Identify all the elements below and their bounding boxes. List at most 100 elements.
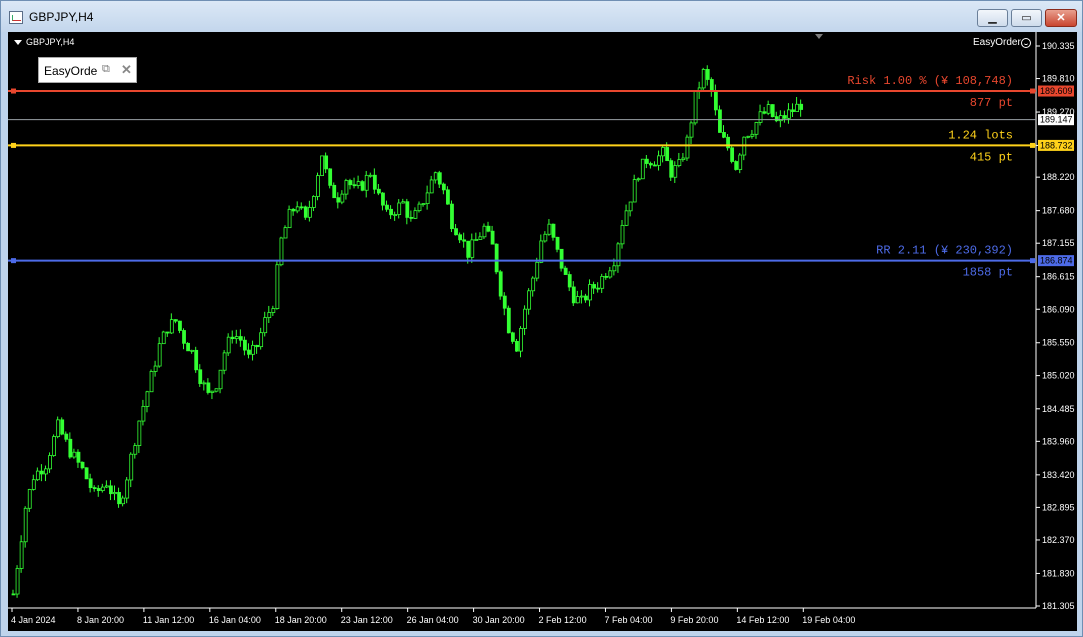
candle-body [632,179,637,203]
candle-body [762,111,767,114]
candle-body [766,104,771,114]
candle-body [283,227,288,239]
candle-body [72,451,77,458]
candle-body [320,155,324,177]
price-tick-label: 190.335 [1042,41,1075,51]
maximize-button[interactable]: ▭ [1011,9,1042,27]
candle-body [770,104,775,118]
candle-body [665,147,670,162]
chart-menu-arrow-icon[interactable] [14,40,22,45]
window-title: GBPJPY,H4 [29,10,94,24]
candle-body [409,217,414,219]
price-tick-label: 182.370 [1042,535,1075,545]
stop-loss-points-label: 877 pt [970,96,1013,110]
candle-body [738,154,743,170]
candle-body [600,275,605,289]
entry-handle-right[interactable] [1030,142,1035,148]
candle-body [693,91,698,124]
candle-body [401,201,406,204]
candle-body [389,208,393,216]
candle-body [259,332,264,348]
candle-body [194,349,199,371]
candle-body [238,336,243,341]
close-icon[interactable]: ✕ [121,62,132,78]
candle-body [539,240,544,263]
candle-body [299,206,304,209]
entry-line[interactable]: 188.732 1.24 lots 415 pt [8,128,1074,164]
candle-body [291,208,296,212]
candle-body [478,236,483,240]
candle-body [677,159,682,166]
restore-icon[interactable]: ⧉ [102,63,110,76]
candle-body [19,541,24,569]
candle-body [44,468,48,475]
take-profit-handle[interactable] [11,258,16,264]
close-button[interactable]: ✕ [1045,9,1077,27]
candle-body [527,290,532,310]
price-chart[interactable]: 190.335189.810189.270188.732188.220187.6… [8,32,1077,631]
time-tick-label: 14 Feb 12:00 [736,615,789,625]
candle-body [376,188,381,194]
candle-body [214,388,219,392]
candle-body [730,147,735,162]
candle-body [750,133,755,137]
time-tick-label: 23 Jan 12:00 [341,615,393,625]
candle-body [275,264,280,309]
stop-loss-handle[interactable] [11,88,16,94]
candle-body [567,274,572,288]
easyorder-panel[interactable]: EasyOrde ⧉ ✕ [38,57,137,83]
candle-body [709,79,714,92]
price-tick-label: 185.550 [1042,338,1075,348]
stop-loss-handle-right[interactable] [1030,88,1035,94]
candle-body [316,175,320,197]
stop-loss-line[interactable]: 189.609 Risk 1.00 % (¥ 108,748) 877 pt [8,74,1074,110]
candle-body [271,308,276,313]
take-profit-handle-right[interactable] [1030,258,1035,264]
price-tick-label: 183.960 [1042,436,1075,446]
candle-body [251,344,255,355]
time-tick-label: 11 Jan 12:00 [143,615,194,625]
candle-body [604,275,609,278]
candle-body [182,330,186,344]
candle-body [701,69,706,89]
entry-lots-label: 1.24 lots [948,128,1013,142]
window-titlebar[interactable]: GBPJPY,H4 ▁ ▭ ✕ [1,1,1082,32]
candle-body [620,224,625,245]
entry-handle[interactable] [11,142,16,148]
time-tick-label: 30 Jan 20:00 [473,615,525,625]
candle-body [705,69,710,80]
price-tick-label: 187.680 [1042,206,1075,216]
chart-shift-marker-icon[interactable] [815,34,823,39]
candle-body [616,243,621,267]
candle-body [84,467,89,480]
candle-body [718,109,722,133]
candle-body [584,295,588,301]
candle-body [754,122,759,135]
candle-body [247,349,251,355]
candle-body [109,485,113,495]
candle-body [450,203,454,230]
price-axis: 190.335189.810189.270188.732188.220187.6… [1036,41,1075,611]
minimize-button[interactable]: ▁ [977,9,1008,27]
candle-body [498,271,503,297]
candle-body [332,184,337,199]
candle-body [190,349,195,352]
candle-body [312,196,316,208]
candle-body [153,365,158,372]
candle-body [303,206,308,218]
candle-body [372,174,377,190]
candle-body [612,265,617,272]
chart-window: GBPJPY,H4 ▁ ▭ ✕ 190.335 189.810 189.270 188… [0,0,1083,637]
chart-canvas[interactable]: 190.335189.810189.270188.732188.220187.6… [8,32,1077,631]
candle-body [437,172,442,185]
time-tick-label: 18 Jan 20:00 [275,615,327,625]
candle-body [502,295,507,309]
candle-body [11,593,16,596]
candle-body [547,223,552,235]
candle-body [673,165,678,178]
candle-body [157,343,162,367]
entry-price-label: 188.732 [1040,140,1073,150]
time-tick-label: 16 Jan 04:00 [209,615,261,625]
candle-body [429,179,434,194]
time-tick-label: 26 Jan 04:00 [407,615,459,625]
